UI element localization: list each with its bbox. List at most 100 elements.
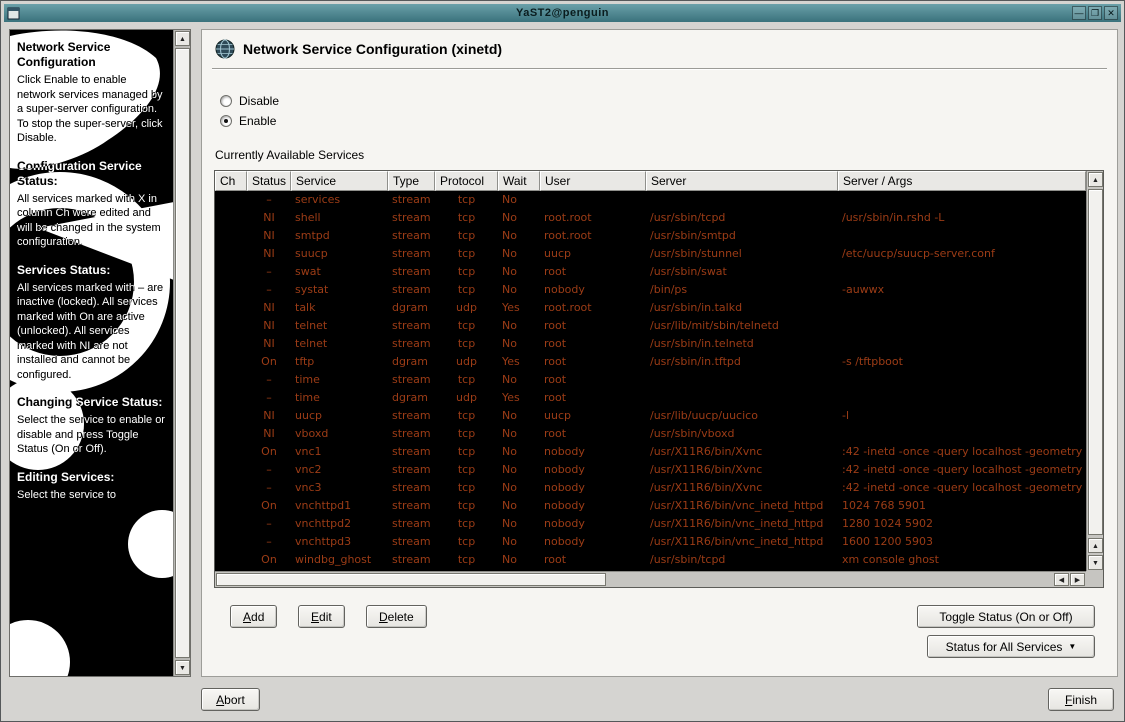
radio-enable[interactable]: Enable xyxy=(220,114,276,128)
table-cell: root xyxy=(540,335,646,353)
finish-button[interactable]: Finish xyxy=(1048,688,1114,711)
table-cell: nobody xyxy=(540,533,646,551)
titlebar[interactable]: YaST2@penguin — ❐ ✕ xyxy=(4,4,1121,22)
table-row[interactable]: Onvnc1streamtcpNonobody/usr/X11R6/bin/Xv… xyxy=(215,443,1086,461)
sidebar-scrollbar[interactable]: ▲ ▼ xyxy=(173,30,190,676)
table-cell: uucp xyxy=(291,407,388,425)
table-cell xyxy=(838,335,1086,353)
table-row[interactable]: –timedgramudpYesroot xyxy=(215,389,1086,407)
delete-button[interactable]: Delete xyxy=(366,605,427,628)
table-row[interactable]: NItelnetstreamtcpNoroot/usr/lib/mit/sbin… xyxy=(215,317,1086,335)
column-header-type[interactable]: Type xyxy=(388,171,435,191)
column-header-server[interactable]: Server xyxy=(646,171,838,191)
help-body: Select the service to xyxy=(17,488,167,503)
table-cell: No xyxy=(498,281,540,299)
help-text: Network Service Configuration Click Enab… xyxy=(10,30,173,676)
radio-circle-disable[interactable] xyxy=(220,95,232,107)
scroll-down-icon[interactable]: ▼ xyxy=(1088,555,1103,570)
table-horizontal-scrollbar[interactable]: ◀ ▶ xyxy=(215,571,1086,587)
table-cell xyxy=(215,191,247,209)
table-cell: tcp xyxy=(435,191,498,209)
column-header-ch[interactable]: Ch xyxy=(215,171,247,191)
table-cell: 1280 1024 5902 xyxy=(838,515,1086,533)
help-section: Changing Service Status: Select the serv… xyxy=(17,395,167,457)
table-row[interactable]: –servicesstreamtcpNo xyxy=(215,191,1086,209)
add-button[interactable]: Add xyxy=(230,605,277,628)
table-cell: talk xyxy=(291,299,388,317)
maximize-button[interactable]: ❐ xyxy=(1088,6,1102,20)
table-cell: telnet xyxy=(291,335,388,353)
table-cell: No xyxy=(498,497,540,515)
scroll-up-icon[interactable]: ▲ xyxy=(1088,538,1103,553)
table-row[interactable]: –timestreamtcpNoroot xyxy=(215,371,1086,389)
table-cell: /usr/X11R6/bin/vnc_inetd_httpd xyxy=(646,515,838,533)
sidebar-scrollbar-thumb[interactable] xyxy=(175,48,190,658)
table-cell: – xyxy=(247,263,291,281)
table-row[interactable]: NIshellstreamtcpNoroot.root/usr/sbin/tcp… xyxy=(215,209,1086,227)
scroll-up-icon[interactable]: ▲ xyxy=(1088,172,1103,187)
column-header-status[interactable]: Status xyxy=(247,171,291,191)
table-cell: No xyxy=(498,317,540,335)
scroll-left-icon[interactable]: ◀ xyxy=(1054,573,1069,586)
status-for-all-services-button[interactable]: Status for All Services ▼ xyxy=(927,635,1095,658)
close-button[interactable]: ✕ xyxy=(1104,6,1118,20)
radio-disable[interactable]: Disable xyxy=(220,94,279,108)
table-row[interactable]: –vnc3streamtcpNonobody/usr/X11R6/bin/Xvn… xyxy=(215,479,1086,497)
toggle-status-button[interactable]: Toggle Status (On or Off) xyxy=(917,605,1095,628)
scroll-down-icon[interactable]: ▼ xyxy=(175,660,190,675)
minimize-button[interactable]: — xyxy=(1072,6,1086,20)
table-hscroll-thumb[interactable] xyxy=(216,573,606,586)
table-cell: root xyxy=(540,317,646,335)
table-cell: tcp xyxy=(435,461,498,479)
table-cell: nobody xyxy=(540,515,646,533)
table-cell: /usr/sbin/in.talkd xyxy=(646,299,838,317)
table-cell: /usr/sbin/tcpd xyxy=(646,551,838,569)
table-cell: uucp xyxy=(540,245,646,263)
table-cell: tcp xyxy=(435,515,498,533)
table-row[interactable]: OntftpdgramudpYesroot/usr/sbin/in.tftpd-… xyxy=(215,353,1086,371)
abort-button[interactable]: Abort xyxy=(201,688,260,711)
table-cell xyxy=(215,209,247,227)
table-cell: stream xyxy=(388,425,435,443)
table-vscroll-thumb[interactable] xyxy=(1088,189,1103,535)
table-row[interactable]: NIuucpstreamtcpNouucp/usr/lib/uucp/uucic… xyxy=(215,407,1086,425)
column-header-wait[interactable]: Wait xyxy=(498,171,540,191)
radio-circle-enable[interactable] xyxy=(220,115,232,127)
table-cell: 1600 1200 5903 xyxy=(838,533,1086,551)
main-panel: Network Service Configuration (xinetd) D… xyxy=(201,29,1118,677)
scroll-right-icon[interactable]: ▶ xyxy=(1070,573,1085,586)
table-cell: On xyxy=(247,353,291,371)
table-row[interactable]: –swatstreamtcpNoroot/usr/sbin/swat xyxy=(215,263,1086,281)
table-row[interactable]: NItelnetstreamtcpNoroot/usr/sbin/in.teln… xyxy=(215,335,1086,353)
table-row[interactable]: NIvboxdstreamtcpNoroot/usr/sbin/vboxd xyxy=(215,425,1086,443)
table-cell xyxy=(215,353,247,371)
table-row[interactable]: NIsmtpdstreamtcpNoroot.root/usr/sbin/smt… xyxy=(215,227,1086,245)
scroll-up-icon[interactable]: ▲ xyxy=(175,31,190,46)
table-cell: udp xyxy=(435,389,498,407)
status-for-all-label: Status for All Services xyxy=(946,640,1063,654)
column-header-user[interactable]: User xyxy=(540,171,646,191)
table-cell: swat xyxy=(291,263,388,281)
table-row[interactable]: –vnchttpd3streamtcpNonobody/usr/X11R6/bi… xyxy=(215,533,1086,551)
help-heading: Services Status: xyxy=(17,263,167,278)
column-header-protocol[interactable]: Protocol xyxy=(435,171,498,191)
table-cell: stream xyxy=(388,335,435,353)
table-cell: stream xyxy=(388,245,435,263)
table-row[interactable]: Onwindbg_ghoststreamtcpNoroot/usr/sbin/t… xyxy=(215,551,1086,569)
chevron-down-icon: ▼ xyxy=(1068,642,1076,652)
table-row[interactable]: –systatstreamtcpNonobody/bin/ps-auwwx xyxy=(215,281,1086,299)
table-row[interactable]: Onvnchttpd1streamtcpNonobody/usr/X11R6/b… xyxy=(215,497,1086,515)
table-vertical-scrollbar[interactable]: ▲ ▲ ▼ xyxy=(1086,171,1103,571)
column-header-service[interactable]: Service xyxy=(291,171,388,191)
table-cell: :42 -inetd -once -query localhost -geome… xyxy=(838,461,1086,479)
edit-button[interactable]: Edit xyxy=(298,605,345,628)
table-row[interactable]: NIsuucpstreamtcpNouucp/usr/sbin/stunnel/… xyxy=(215,245,1086,263)
column-header-server-args[interactable]: Server / Args xyxy=(838,171,1086,191)
table-row[interactable]: NItalkdgramudpYesroot.root/usr/sbin/in.t… xyxy=(215,299,1086,317)
table-row[interactable]: –vnchttpd2streamtcpNonobody/usr/X11R6/bi… xyxy=(215,515,1086,533)
table-row[interactable]: –vnc2streamtcpNonobody/usr/X11R6/bin/Xvn… xyxy=(215,461,1086,479)
table-cell: telnet xyxy=(291,317,388,335)
table-cell: root xyxy=(540,425,646,443)
table-cell: :42 -inetd -once -query localhost -geome… xyxy=(838,479,1086,497)
table-cell: /etc/uucp/suucp-server.conf xyxy=(838,245,1086,263)
